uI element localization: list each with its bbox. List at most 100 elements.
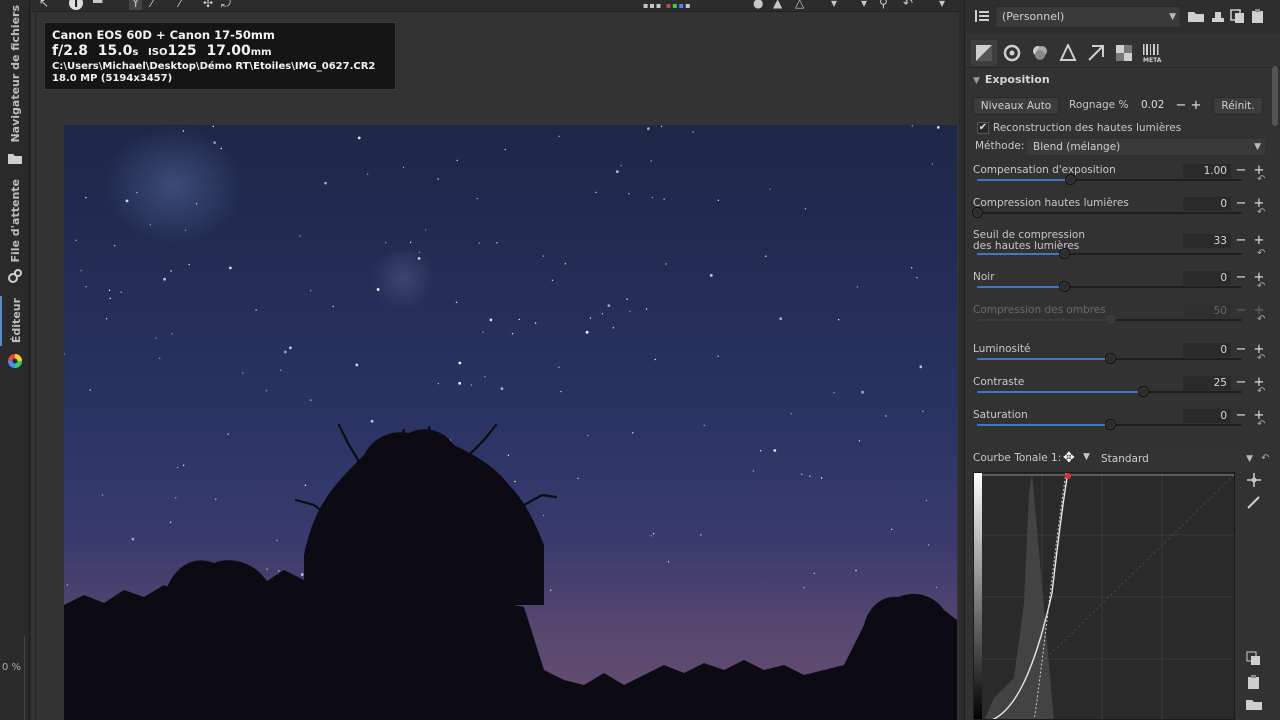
advanced-tab-icon[interactable]: [1055, 40, 1081, 66]
tab-file-browser[interactable]: Navigateur de fichiers: [0, 5, 30, 143]
scrollbar-thumb[interactable]: [1272, 66, 1278, 126]
pick-icon[interactable]: ⁄: [151, 0, 153, 10]
slider-plus-button[interactable]: +: [1253, 234, 1265, 248]
tab-queue[interactable]: File d'attente: [0, 178, 30, 264]
undo-icon[interactable]: ↶: [903, 0, 913, 10]
slider-knob[interactable]: [1104, 314, 1116, 325]
color-tab-icon[interactable]: [1027, 40, 1053, 66]
meta-tab-icon[interactable]: META: [1139, 40, 1165, 66]
slider-value[interactable]: 0: [1183, 271, 1231, 285]
highlight-recon-checkbox[interactable]: ✔: [977, 122, 989, 134]
slider-track[interactable]: [977, 253, 1242, 255]
slider-reset-icon[interactable]: ↶: [1257, 174, 1265, 185]
color-wheel-icon[interactable]: [7, 353, 23, 369]
slider-minus-button[interactable]: −: [1235, 304, 1247, 318]
detail-tab-icon[interactable]: [999, 40, 1025, 66]
slider-value[interactable]: 0: [1183, 409, 1231, 423]
slider-value[interactable]: 33: [1183, 234, 1231, 248]
copy-curve-icon[interactable]: [1245, 650, 1263, 666]
panel-scrollbar[interactable]: [1272, 36, 1278, 720]
slider-minus-button[interactable]: −: [1235, 343, 1247, 357]
slider-reset-icon[interactable]: ↶: [1257, 207, 1265, 218]
slider-value[interactable]: 1.00: [1183, 164, 1231, 178]
paste-profile-icon[interactable]: [1249, 8, 1267, 24]
slider-knob[interactable]: [1064, 174, 1076, 185]
tone-curve-editor[interactable]: [973, 472, 1235, 720]
slider-knob[interactable]: [1059, 248, 1071, 259]
add-point-icon[interactable]: [1245, 472, 1263, 488]
slider-knob[interactable]: [1059, 281, 1071, 292]
pin-icon[interactable]: ⚲: [879, 0, 888, 10]
color-swatches-icon[interactable]: ▪▪▪ ▪▪▪▪: [643, 0, 692, 11]
clip-value[interactable]: 0.02: [1141, 99, 1164, 111]
save-profile-icon[interactable]: [1209, 8, 1227, 24]
slider-reset-icon[interactable]: ↶: [1257, 248, 1265, 259]
arrow-down-icon[interactable]: ▾: [831, 0, 837, 10]
slider-reset-icon[interactable]: ↶: [1257, 353, 1265, 364]
slider-track[interactable]: [977, 179, 1242, 181]
slider-reset-icon[interactable]: ↶: [1257, 281, 1265, 292]
photo-preview[interactable]: [64, 125, 957, 720]
slider-minus-button[interactable]: −: [1235, 409, 1247, 423]
folder-open-icon[interactable]: [1187, 8, 1205, 24]
slider-value[interactable]: 50: [1183, 304, 1231, 318]
slider-minus-button[interactable]: −: [1235, 234, 1247, 248]
redo-icon[interactable]: ▾: [939, 0, 945, 10]
arrow-down2-icon[interactable]: ▾: [861, 0, 867, 10]
slider-reset-icon[interactable]: ↶: [1257, 386, 1265, 397]
clip-plus-button[interactable]: +: [1190, 99, 1202, 113]
slider-value[interactable]: 0: [1183, 197, 1231, 211]
transform-icon[interactable]: ✣: [203, 0, 213, 10]
slider-minus-button[interactable]: −: [1235, 164, 1247, 178]
auto-levels-button[interactable]: Niveaux Auto: [973, 97, 1059, 115]
transform-tab-icon[interactable]: [1083, 40, 1109, 66]
slider-minus-button[interactable]: −: [1235, 271, 1247, 285]
copy-profile-icon[interactable]: [1229, 8, 1247, 24]
slider-knob[interactable]: [972, 207, 983, 218]
rotate-icon[interactable]: ⤾: [221, 0, 231, 10]
star: [717, 355, 719, 357]
raw-tab-icon[interactable]: [1111, 40, 1137, 66]
folder-icon[interactable]: [7, 150, 23, 166]
slider-track[interactable]: [977, 212, 1242, 214]
slider-value[interactable]: 25: [1183, 376, 1231, 390]
list-icon[interactable]: [973, 8, 991, 24]
warning2-icon[interactable]: △: [795, 0, 804, 10]
slider-knob[interactable]: [1104, 353, 1116, 364]
method-select[interactable]: Blend (mélange) ▼: [1027, 139, 1265, 155]
info-icon[interactable]: i: [69, 0, 83, 10]
slider-track[interactable]: [977, 286, 1242, 288]
exposure-tab-icon[interactable]: [971, 40, 997, 66]
curve-control-point[interactable]: [1065, 473, 1071, 479]
exposure-section-header[interactable]: ▼ Exposition: [973, 73, 1263, 89]
reset-button[interactable]: Réinit.: [1213, 97, 1263, 115]
pointer-icon[interactable]: ↖: [39, 0, 49, 10]
slider-reset-icon[interactable]: ↶: [1257, 419, 1265, 430]
slider-knob[interactable]: [1137, 386, 1149, 397]
star: [195, 203, 198, 205]
warning-icon[interactable]: ▲: [773, 0, 782, 10]
star: [931, 163, 934, 165]
paste-curve-icon[interactable]: [1245, 674, 1263, 690]
slider-track[interactable]: [977, 391, 1242, 393]
chevron-down-icon: ▼: [1169, 12, 1176, 22]
straighten-icon[interactable]: ⁄: [179, 0, 181, 10]
slider-knob[interactable]: [1104, 419, 1116, 430]
curve-reset-icon[interactable]: ↶: [1261, 453, 1269, 464]
pen-icon[interactable]: [1245, 494, 1263, 510]
shape-icon[interactable]: ●: [753, 0, 763, 10]
slider-minus-button[interactable]: −: [1235, 197, 1247, 211]
curve-type-select[interactable]: Standard ▼: [1097, 451, 1257, 467]
open-curve-icon[interactable]: [1245, 696, 1263, 712]
copy-icon[interactable]: ▀: [93, 0, 102, 10]
slider-minus-button[interactable]: −: [1235, 376, 1247, 390]
slider-value[interactable]: 0: [1183, 343, 1231, 357]
slider-reset-icon[interactable]: ↶: [1257, 314, 1265, 325]
tab-editor[interactable]: Éditeur: [0, 296, 30, 346]
profile-select[interactable]: (Personnel) ▼: [995, 6, 1181, 28]
chevron-down-icon[interactable]: ▼: [1083, 452, 1090, 462]
clip-minus-button[interactable]: −: [1175, 99, 1187, 113]
crop-icon[interactable]: Y: [129, 0, 143, 10]
star: [935, 586, 938, 588]
gears-icon[interactable]: [7, 268, 23, 284]
